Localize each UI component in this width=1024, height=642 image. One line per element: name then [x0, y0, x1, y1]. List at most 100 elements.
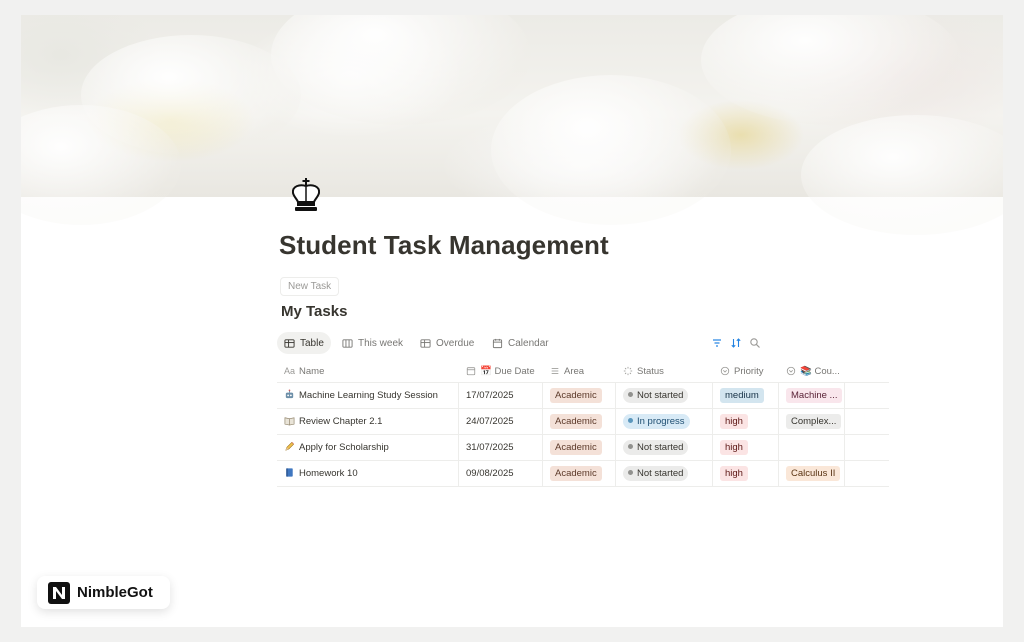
cell-name[interactable]: Homework 10 [277, 461, 459, 486]
open-book-icon [284, 417, 295, 426]
tab-this-week[interactable]: This week [335, 332, 410, 354]
page-title[interactable]: Student Task Management [279, 230, 609, 261]
status-dot [628, 469, 633, 475]
cover-petal [701, 15, 961, 125]
cell-course[interactable]: Complex... [779, 409, 845, 434]
table-header-row: Aa Name 📅 Due Date Area Status Priority [277, 360, 889, 383]
list-icon [551, 368, 559, 374]
cell-due-date[interactable]: 24/07/2025 [459, 409, 543, 434]
due-date: 24/07/2025 [466, 416, 514, 427]
status-label: In progress [637, 416, 685, 427]
table-row[interactable]: Review Chapter 2.1 24/07/2025 Academic I… [277, 409, 889, 435]
status-badge: Not started [623, 440, 689, 455]
notion-page: Student Task Management New Task My Task… [21, 15, 1003, 627]
status-dot [628, 443, 633, 449]
due-date: 09/08/2025 [466, 468, 514, 479]
status-label: Not started [637, 468, 684, 479]
cell-area[interactable]: Academic [543, 435, 616, 460]
cell-due-date[interactable]: 09/08/2025 [459, 461, 543, 486]
task-name: Machine Learning Study Session [299, 390, 438, 401]
priority-tag: high [720, 440, 748, 455]
table-row[interactable]: Machine Learning Study Session 17/07/202… [277, 383, 889, 409]
column-header-status[interactable]: Status [616, 360, 713, 382]
cover-petal [491, 75, 731, 225]
course-tag: Complex... [786, 414, 842, 429]
column-header-course[interactable]: 📚 Cou... [779, 360, 845, 382]
cell-area[interactable]: Academic [543, 383, 616, 408]
column-label: 📚 Cou... [800, 365, 840, 377]
robot-icon [285, 389, 294, 399]
tasks-table: Aa Name 📅 Due Date Area Status Priority [277, 360, 889, 487]
tab-calendar[interactable]: Calendar [485, 332, 556, 354]
tab-table[interactable]: Table [277, 332, 331, 354]
column-header-area[interactable]: Area [543, 360, 616, 382]
due-date: 31/07/2025 [466, 442, 514, 453]
new-task-button[interactable]: New Task [280, 277, 340, 296]
priority-tag: high [720, 466, 748, 481]
area-tag: Academic [550, 388, 602, 403]
cover-petal [271, 15, 531, 125]
cell-status[interactable]: Not started [616, 383, 713, 408]
search-icon[interactable] [749, 336, 763, 350]
column-label: Area [564, 365, 585, 377]
priority-tag: high [720, 414, 748, 429]
tab-label: Overdue [436, 337, 475, 349]
text-aa-icon: Aa [284, 366, 296, 376]
column-header-name[interactable]: Aa Name [277, 360, 459, 382]
cell-name[interactable]: Apply for Scholarship [277, 435, 459, 460]
table-icon [420, 338, 431, 348]
cover-petal [801, 115, 1003, 235]
tab-label: This week [358, 337, 404, 349]
nimblegot-watermark: NimbleGot [37, 576, 170, 609]
cell-area[interactable]: Academic [543, 461, 616, 486]
pencil-icon [285, 441, 295, 451]
calendar-icon [492, 338, 503, 348]
database-view-bar: Table This week Overdue Calendar [277, 332, 889, 354]
nimblegot-logo-icon [48, 581, 70, 604]
column-label: 📅 Due Date [480, 365, 535, 377]
status-dot [628, 391, 633, 397]
column-label: Status [637, 365, 664, 377]
cell-priority[interactable]: medium [713, 383, 779, 408]
cell-due-date[interactable]: 31/07/2025 [459, 435, 543, 460]
task-name: Homework 10 [299, 468, 358, 479]
status-badge: Not started [623, 466, 689, 481]
chess-king-icon[interactable] [286, 175, 326, 215]
cover-image[interactable] [21, 15, 1003, 235]
status-badge: In progress [623, 414, 690, 429]
cell-course[interactable]: Calculus II [779, 461, 845, 486]
cell-status[interactable]: In progress [616, 409, 713, 434]
database-title[interactable]: My Tasks [281, 303, 347, 320]
brand-name: NimbleGot [77, 584, 153, 601]
cell-course[interactable]: Machine ... [779, 383, 845, 408]
status-label: Not started [637, 390, 684, 401]
table-icon [284, 338, 295, 348]
cell-area[interactable]: Academic [543, 409, 616, 434]
cell-priority[interactable]: high [713, 435, 779, 460]
cell-status[interactable]: Not started [616, 461, 713, 486]
area-tag: Academic [550, 414, 602, 429]
cell-priority[interactable]: high [713, 409, 779, 434]
status-dot [628, 417, 633, 423]
cell-name[interactable]: Machine Learning Study Session [277, 383, 459, 408]
sort-icon[interactable] [730, 336, 744, 350]
tab-label: Calendar [508, 337, 549, 349]
column-header-priority[interactable]: Priority [713, 360, 779, 382]
cell-status[interactable]: Not started [616, 435, 713, 460]
course-tag: Machine ... [786, 388, 843, 403]
blue-book-icon [286, 468, 293, 477]
cell-course[interactable] [779, 435, 845, 460]
cell-due-date[interactable]: 17/07/2025 [459, 383, 543, 408]
status-loader-icon [623, 366, 633, 376]
table-row[interactable]: Apply for Scholarship 31/07/2025 Academi… [277, 435, 889, 461]
column-header-due-date[interactable]: 📅 Due Date [459, 360, 543, 382]
tab-overdue[interactable]: Overdue [413, 332, 481, 354]
cell-priority[interactable]: high [713, 461, 779, 486]
filter-icon[interactable] [711, 336, 725, 350]
select-circle-icon [720, 366, 730, 376]
board-columns-icon [342, 338, 353, 348]
cell-name[interactable]: Review Chapter 2.1 [277, 409, 459, 434]
due-date: 17/07/2025 [466, 390, 514, 401]
table-row[interactable]: Homework 10 09/08/2025 Academic Not star… [277, 461, 889, 487]
status-badge: Not started [623, 388, 689, 403]
